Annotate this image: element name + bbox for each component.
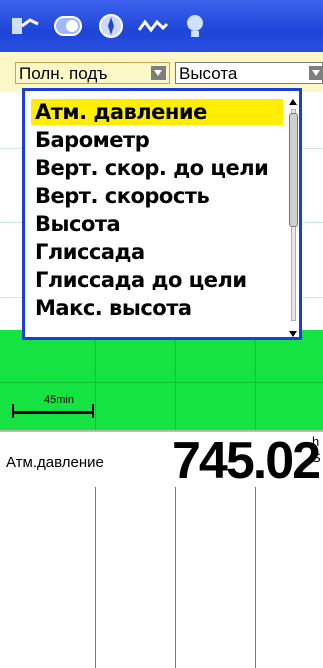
track-icon[interactable] (10, 10, 44, 42)
list-item[interactable]: Глиссада (31, 239, 283, 265)
scale-label: 45min (44, 394, 74, 406)
data-field-unit: h S (312, 434, 321, 466)
grid-line (0, 382, 323, 383)
data-field[interactable]: Атм.давление 745.02 h S (0, 430, 323, 490)
profile-icon[interactable] (136, 10, 170, 42)
list-item[interactable]: Верт. скор. до цели (31, 155, 283, 181)
left-field-selector[interactable]: Полн. подъ (15, 62, 170, 84)
chevron-down-icon[interactable] (309, 66, 323, 80)
unit-bottom: S (312, 450, 321, 465)
toggle-icon[interactable] (52, 10, 86, 42)
light-icon[interactable] (178, 10, 212, 42)
grid-line (255, 330, 256, 668)
scale-bar (12, 411, 94, 414)
grid-line (175, 330, 176, 668)
scroll-up-arrow-icon[interactable] (289, 99, 297, 105)
field-selector-row: Полн. подъ Высота (0, 52, 323, 92)
left-field-label: Полн. подъ (19, 64, 108, 83)
scrollbar-thumb[interactable] (289, 113, 298, 227)
scale-tick (92, 404, 94, 418)
compass-icon[interactable] (94, 10, 128, 42)
list-item[interactable]: Атм. давление (31, 99, 283, 125)
right-field-label: Высота (179, 64, 238, 83)
list-item[interactable]: Высота (31, 211, 283, 237)
data-field-value: 745.02 (172, 432, 321, 490)
list-item[interactable]: Глиссада до цели (31, 267, 283, 293)
time-scale: 45min (12, 394, 94, 424)
field-dropdown-list[interactable]: Атм. давление Барометр Верт. скор. до це… (22, 88, 302, 340)
grid-line (95, 330, 96, 668)
data-field-label: Атм.давление (6, 454, 104, 471)
chevron-down-icon[interactable] (151, 66, 166, 80)
list-item[interactable]: Макс. высота (31, 295, 283, 321)
unit-top: h (312, 434, 320, 449)
scrollbar[interactable] (289, 99, 298, 337)
list-item[interactable]: Барометр (31, 127, 283, 153)
right-field-selector[interactable]: Высота (175, 62, 323, 84)
top-icon-bar (0, 0, 323, 52)
scroll-down-arrow-icon[interactable] (289, 331, 297, 337)
list-item[interactable]: Верт. скорость (31, 183, 283, 209)
